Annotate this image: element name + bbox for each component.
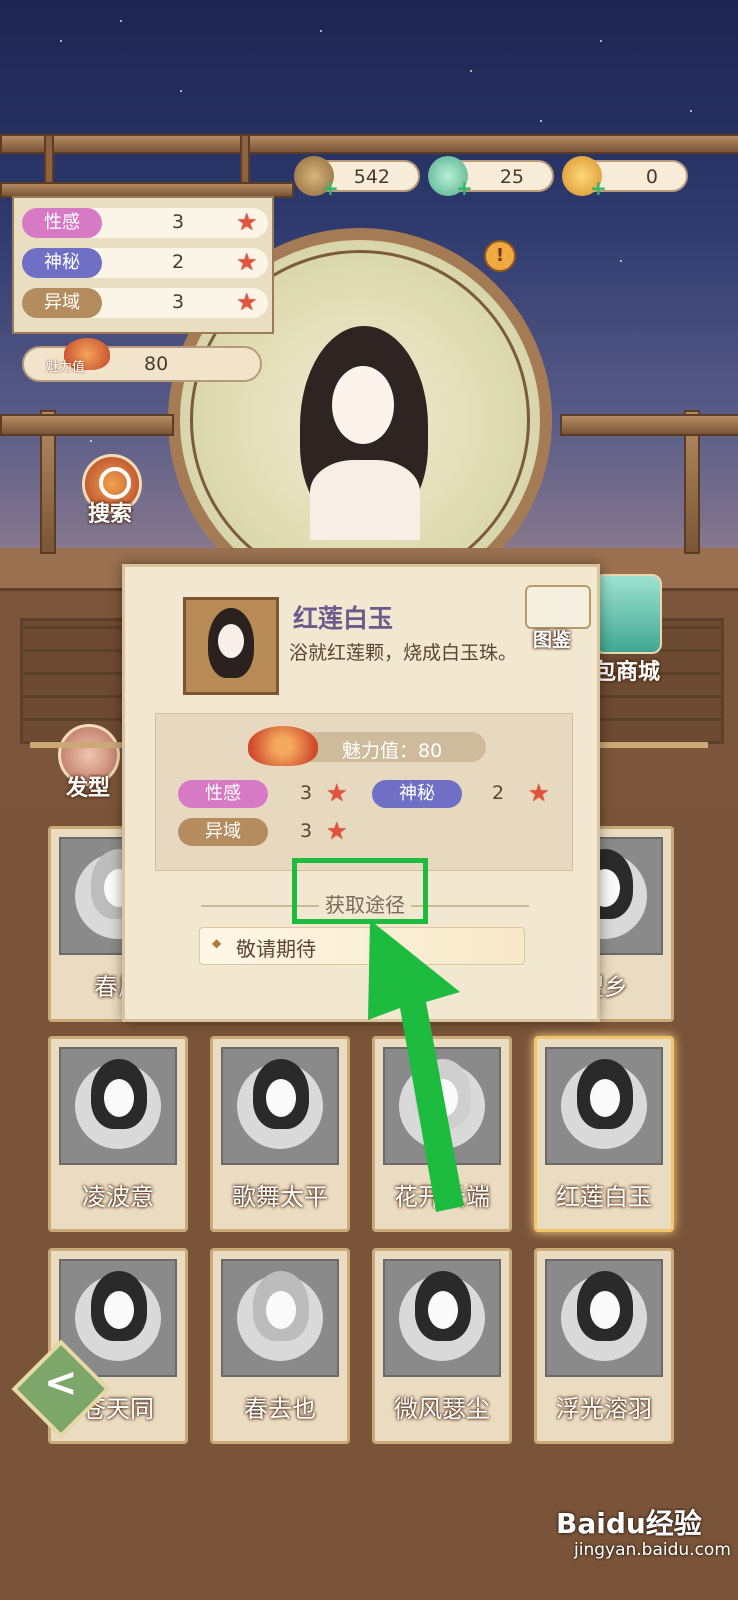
star-icon: ★: [528, 779, 550, 807]
highlight-box: [292, 858, 428, 924]
charm-text: 魅力值：80: [342, 740, 443, 762]
magnifier-icon: [99, 467, 131, 499]
attribute-label: 神秘: [372, 780, 462, 808]
flower-icon: [248, 726, 318, 766]
watermark-brand: Baidu经验: [556, 1507, 702, 1540]
shop-label[interactable]: 包商城: [594, 654, 660, 686]
charm-pill: 魅力值：80: [294, 732, 486, 762]
charm-value-bar: 魅力值 80: [22, 338, 262, 382]
card-name: 凌波意: [82, 1183, 154, 1211]
hairstyle-card[interactable]: 微风瑟尘: [372, 1248, 512, 1444]
attribute-value: 3: [300, 782, 313, 804]
search-label[interactable]: 搜索: [88, 496, 132, 528]
attribute-value: 3: [172, 211, 185, 233]
jade-currency[interactable]: + 25: [428, 156, 554, 198]
hairstyle-card-selected[interactable]: 红莲白玉: [534, 1036, 674, 1232]
hairstyle-card[interactable]: 歌舞太平: [210, 1036, 350, 1232]
attribute-value: 3: [172, 291, 185, 313]
watermark-url: jingyan.baidu.com: [574, 1540, 731, 1560]
attribute-value: 2: [492, 782, 505, 804]
top-beam: [0, 134, 738, 154]
green-arrow-icon: [368, 920, 464, 1212]
attribute-panel: 性感 3 ★ 神秘 2 ★ 异域 3 ★: [12, 196, 274, 334]
atlas-button[interactable]: 图鉴: [519, 585, 595, 651]
shop-icon[interactable]: [594, 574, 662, 654]
charm-label: 魅力值: [46, 360, 86, 375]
character-face: [332, 366, 394, 444]
coin-currency[interactable]: + 542: [294, 156, 420, 198]
attribute-label: 性感: [22, 208, 102, 238]
hairstyle-card[interactable]: 凌波意: [48, 1036, 188, 1232]
star-icon: ★: [236, 208, 258, 236]
attribute-label: 神秘: [22, 248, 102, 278]
item-description: 浴就红莲颗，烧成白玉珠。: [289, 642, 518, 664]
hairstyle-card[interactable]: 春去也: [210, 1248, 350, 1444]
atlas-label: 图鉴: [533, 629, 572, 651]
attribute-value: 3: [300, 820, 313, 842]
charm-value: 80: [144, 353, 169, 375]
star-icon: ★: [236, 288, 258, 316]
card-name: 微风瑟尘: [394, 1395, 490, 1423]
attribute-row: 神秘 2 ★: [22, 248, 268, 278]
star-icon: ★: [326, 817, 348, 845]
card-name: 歌舞太平: [232, 1183, 328, 1211]
attribute-value: 2: [172, 251, 185, 273]
scroll-icon: [525, 585, 591, 629]
attribute-row: 性感 3 ★: [22, 208, 268, 238]
attribute-box: 魅力值：80 性感 3 ★ 神秘 2 ★ 异域 3 ★: [155, 713, 573, 871]
route-item-text: 敬请期待: [236, 937, 316, 961]
card-name: 春去也: [244, 1395, 316, 1423]
attribute-row: 异域 3 ★: [22, 288, 268, 318]
attribute-label: 异域: [178, 818, 268, 846]
rail-beam: [560, 414, 738, 436]
star-icon: ★: [236, 248, 258, 276]
gold-currency[interactable]: + 0: [562, 156, 688, 198]
coin-value: 542: [353, 166, 390, 188]
add-coin-icon[interactable]: +: [322, 178, 339, 198]
item-thumbnail: [183, 597, 279, 695]
jade-value: 25: [499, 166, 524, 188]
star-icon: ★: [326, 779, 348, 807]
hairstyle-label[interactable]: 发型: [66, 770, 110, 802]
add-jade-icon[interactable]: +: [456, 178, 473, 198]
rail-beam: [0, 414, 174, 436]
chevron-left-icon[interactable]: <: [44, 1360, 78, 1406]
item-title: 红莲白玉: [293, 604, 394, 633]
hairstyle-card[interactable]: 浮光溶羽: [534, 1248, 674, 1444]
attribute-label: 性感: [178, 780, 268, 808]
attribute-label: 异域: [22, 288, 102, 318]
alert-icon[interactable]: !: [484, 240, 516, 272]
card-name: 红莲白玉: [556, 1183, 652, 1211]
gold-value: 0: [645, 166, 658, 188]
card-name: 浮光溶羽: [556, 1395, 652, 1423]
diamond-icon: ◆: [212, 936, 222, 950]
character-body: [310, 460, 420, 540]
add-gold-icon[interactable]: +: [590, 178, 607, 198]
